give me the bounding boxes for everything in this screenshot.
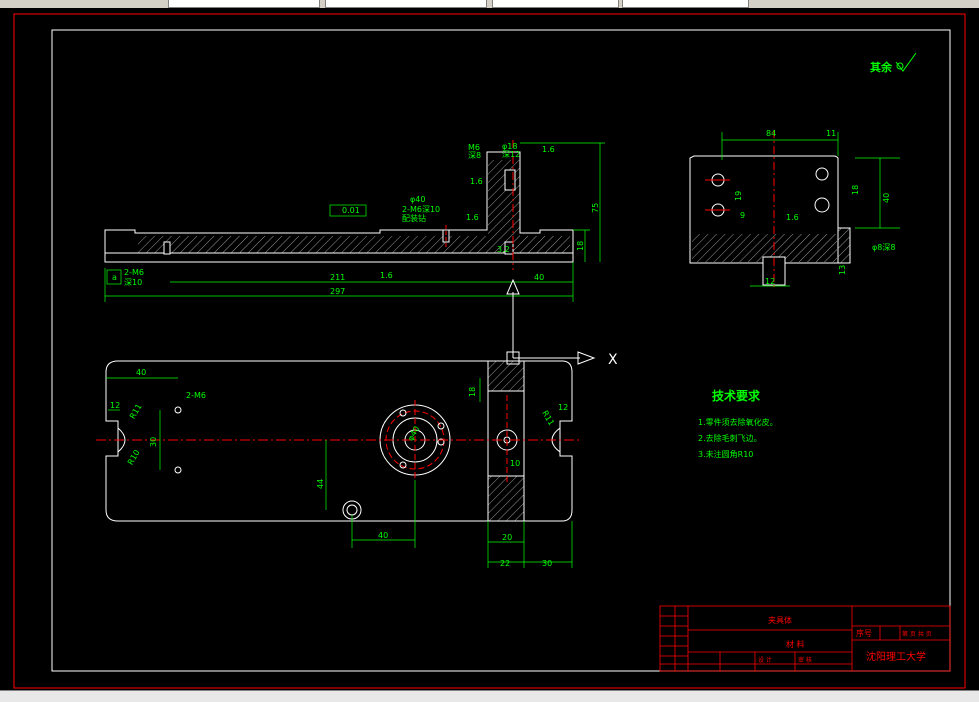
svg-text:1.6: 1.6 (466, 213, 479, 222)
status-strip (0, 690, 979, 702)
svg-text:2-M6: 2-M6 (124, 268, 144, 277)
svg-text:2-M6深10: 2-M6深10 (402, 205, 440, 214)
svg-text:1.6: 1.6 (380, 271, 393, 280)
svg-text:40: 40 (882, 193, 891, 203)
svg-text:10: 10 (510, 459, 520, 468)
svg-text:12: 12 (558, 403, 568, 412)
svg-text:深8: 深8 (468, 151, 481, 160)
toolbar-combo-1[interactable] (168, 0, 320, 8)
svg-text:297: 297 (330, 287, 345, 296)
svg-text:30: 30 (542, 559, 552, 568)
toolbar-combo-3[interactable] (492, 0, 619, 8)
title-seq: 序号 (856, 628, 872, 638)
axis-x-label: X (608, 352, 618, 368)
svg-text:a: a (112, 273, 117, 282)
svg-text:20: 20 (502, 533, 512, 542)
svg-text:19: 19 (734, 191, 743, 201)
svg-text:22: 22 (500, 559, 510, 568)
svg-text:40: 40 (378, 531, 388, 540)
roughness-circle-icon (896, 62, 904, 70)
svg-text:18: 18 (576, 241, 585, 251)
svg-text:84: 84 (766, 129, 776, 138)
svg-text:φ40: φ40 (406, 425, 422, 443)
svg-text:75: 75 (591, 203, 600, 213)
ucs-axis-icon (506, 278, 596, 365)
side-dimensions: 84 11 40 19 9 18 12 13 1.6 φ8深8 (721, 129, 900, 287)
title-sheet: 第 页 共 页 (902, 630, 932, 638)
toolbar-combo-4[interactable] (622, 0, 749, 8)
svg-text:44: 44 (316, 479, 325, 489)
svg-text:1.6: 1.6 (786, 213, 799, 222)
drawing-canvas[interactable]: 其余 211 40 297 75 18 M6 深8 φ18 深12 φ40 2-… (0, 8, 979, 690)
svg-text:12: 12 (110, 401, 120, 410)
tech-item-2: 2.去除毛刺飞边。 (698, 433, 762, 443)
drawing-frame (51, 29, 951, 672)
tech-title: 技术要求 (712, 388, 761, 403)
svg-text:18: 18 (851, 185, 860, 195)
cad-drawing[interactable]: 其余 211 40 297 75 18 M6 深8 φ18 深12 φ40 2-… (0, 8, 979, 690)
svg-text:1.6: 1.6 (542, 145, 555, 154)
svg-text:深10: 深10 (124, 278, 142, 287)
svg-text:13: 13 (838, 265, 847, 275)
svg-text:9: 9 (740, 211, 745, 220)
svg-text:211: 211 (330, 273, 345, 282)
svg-text:φ8深8: φ8深8 (872, 243, 895, 252)
svg-text:深12: 深12 (502, 150, 520, 159)
svg-text:18: 18 (468, 387, 477, 397)
toolbar-combo-2[interactable] (325, 0, 487, 8)
roughness-rest-label: 其余 (870, 60, 893, 74)
outer-border (13, 13, 966, 689)
svg-text:2-M6: 2-M6 (186, 391, 206, 400)
svg-text:1.6: 1.6 (470, 177, 483, 186)
front-dimensions: 211 40 297 75 18 M6 深8 φ18 深12 φ40 2-M6深… (104, 142, 605, 302)
svg-text:R11: R11 (128, 402, 144, 420)
side-view[interactable] (689, 130, 851, 290)
svg-text:φ40: φ40 (410, 195, 425, 204)
svg-text:3.2: 3.2 (497, 245, 510, 254)
svg-text:R11: R11 (540, 409, 556, 427)
tech-requirements: 技术要求 1.零件须去除氧化皮。 2.去除毛刺飞边。 3.未注圆角R10 (698, 388, 778, 459)
svg-text:R10: R10 (126, 448, 142, 466)
tech-item-1: 1.零件须去除氧化皮。 (698, 417, 778, 427)
title-part-name: 夹具体 (768, 615, 792, 625)
title-material: 材 料 (786, 639, 805, 649)
title-school: 沈阳理工大学 (866, 650, 926, 663)
svg-text:12: 12 (765, 277, 775, 286)
plan-view[interactable] (96, 360, 582, 522)
title-check: 审 核 (798, 656, 812, 664)
tech-item-3: 3.未注圆角R10 (698, 449, 753, 459)
svg-text:40: 40 (136, 368, 146, 377)
svg-text:30: 30 (149, 437, 158, 447)
svg-text:0.01: 0.01 (342, 206, 360, 215)
svg-text:11: 11 (826, 129, 836, 138)
title-design: 设 计 (758, 656, 772, 664)
svg-text:40: 40 (534, 273, 544, 282)
svg-text:配装钻: 配装钻 (402, 213, 426, 223)
